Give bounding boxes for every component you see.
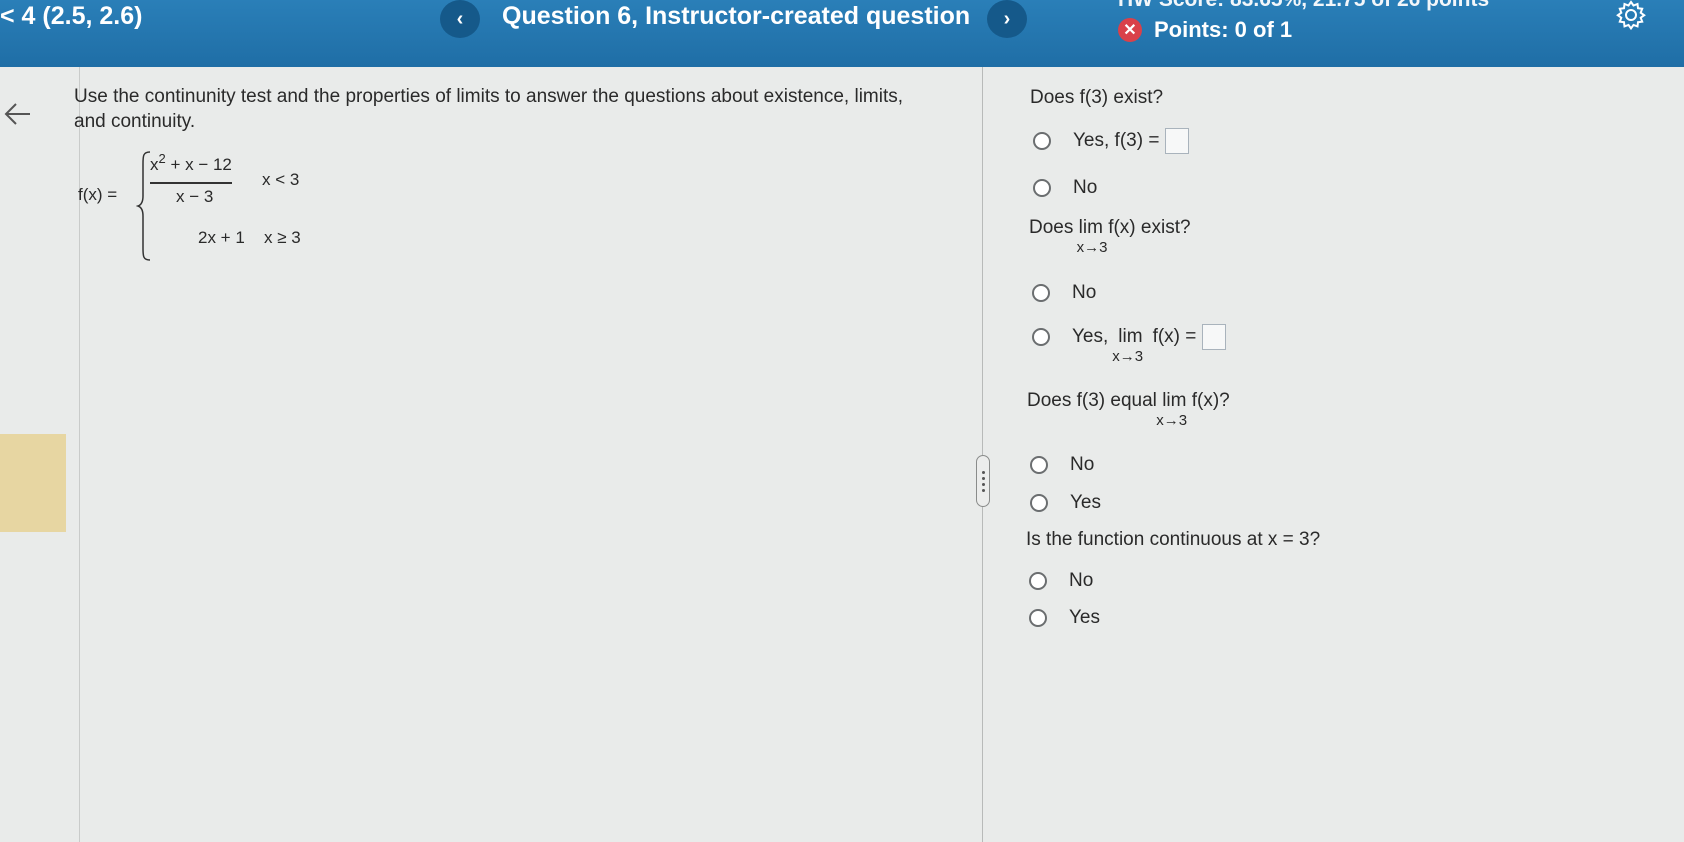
q2-option-yes[interactable]: Yes, lim x→3 f(x) = — [1032, 324, 1227, 365]
option-label: No — [1070, 454, 1095, 475]
question-title: Question 6, Instructor-created question — [502, 2, 971, 30]
q3-option-yes[interactable]: Yes — [1030, 492, 1101, 514]
limit-subscript: x→3 — [1156, 412, 1188, 429]
radio-button[interactable] — [1030, 494, 1048, 512]
fraction-numerator: x2 + x − 12 — [150, 151, 232, 174]
fraction-denominator: x − 3 — [176, 187, 214, 206]
top-bar: < 4 (2.5, 2.6) ‹ Question 6, Instructor-… — [0, 0, 1684, 67]
radio-button[interactable] — [1033, 179, 1051, 197]
q3-option-no[interactable]: No — [1030, 454, 1094, 476]
chevron-right-icon: › — [1003, 7, 1011, 30]
q4-option-no[interactable]: No — [1029, 570, 1093, 592]
piecewise-function: f(x) = x2 + x − 12 x − 3 x < 3 2x + 1 x … — [78, 150, 318, 265]
answer-input-limit[interactable] — [1202, 324, 1227, 350]
chevron-left-icon: ‹ — [456, 7, 464, 30]
radio-button[interactable] — [1029, 609, 1047, 627]
q4-option-yes[interactable]: Yes — [1029, 607, 1100, 629]
limit-subscript: x→3 — [1112, 348, 1144, 365]
points-status: ✕ Points: 0 of 1 — [1118, 17, 1292, 43]
section-label[interactable]: < 4 (2.5, 2.6) — [0, 2, 142, 31]
option-label: No — [1069, 570, 1094, 591]
q1-option-yes[interactable]: Yes, f(3) = — [1033, 128, 1190, 154]
question-instructions: Use the continunity test and the propert… — [74, 86, 904, 132]
function-lhs: f(x) = — [78, 185, 118, 204]
previous-question-button[interactable]: ‹ — [440, 0, 480, 38]
answer-input-f3[interactable] — [1165, 128, 1190, 154]
x-circle-icon: ✕ — [1118, 18, 1142, 42]
option-label: Yes — [1069, 607, 1100, 628]
next-question-button[interactable]: › — [987, 0, 1027, 38]
gear-icon[interactable] — [1616, 0, 1646, 30]
radio-button[interactable] — [1030, 456, 1048, 474]
q1-option-no[interactable]: No — [1033, 177, 1097, 199]
option-label: Yes, f(3) = — [1073, 130, 1160, 151]
sidebar-highlight — [0, 434, 66, 532]
splitter-handle[interactable] — [976, 455, 990, 507]
piece-2-expression: 2x + 1 — [198, 228, 245, 247]
question-2-text: Does lim x→3 f(x) exist? — [1029, 217, 1191, 256]
radio-button[interactable] — [1029, 572, 1047, 590]
arrow-left-icon[interactable] — [2, 98, 34, 130]
option-label: Yes, — [1072, 326, 1109, 347]
radio-button[interactable] — [1033, 132, 1051, 150]
question-1-text: Does f(3) exist? — [1030, 87, 1164, 108]
hw-score: HW Score: 83.65%, 21.75 of 26 points — [1118, 0, 1489, 12]
limit-subscript: x→3 — [1076, 239, 1108, 256]
points-text: Points: 0 of 1 — [1154, 17, 1293, 42]
question-4-text: Is the function continuous at x = 3? — [1026, 529, 1321, 550]
question-3-text: Does f(3) equal lim x→3 f(x)? — [1027, 390, 1230, 429]
condition-2: x ≥ 3 — [264, 228, 301, 247]
q2-option-no[interactable]: No — [1032, 282, 1096, 304]
option-label: No — [1072, 282, 1097, 303]
option-label: Yes — [1070, 492, 1101, 513]
condition-1: x < 3 — [262, 170, 300, 189]
option-label: No — [1073, 177, 1098, 198]
radio-button[interactable] — [1032, 284, 1050, 302]
radio-button[interactable] — [1032, 328, 1050, 346]
fraction-bar — [150, 182, 232, 184]
